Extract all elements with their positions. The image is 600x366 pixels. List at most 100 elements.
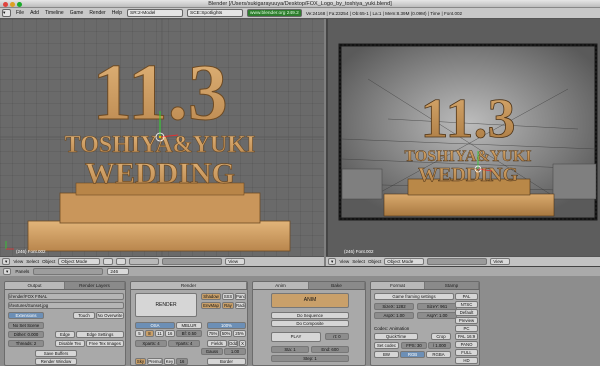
envmap-toggle[interactable]: EnvMap: [201, 302, 221, 309]
size-y-field[interactable]: SizeY: 961: [417, 303, 457, 310]
aspect-y-field[interactable]: AspY: 1.00: [417, 312, 457, 319]
minimize-icon[interactable]: [10, 1, 15, 7]
output-path-field[interactable]: //render/FOX FINAL: [8, 293, 124, 300]
screen-selector[interactable]: SR:2-Model: [127, 9, 184, 17]
x-toggle[interactable]: X: [239, 340, 246, 347]
no-overwrite-toggle[interactable]: No Overwrite: [96, 312, 124, 319]
zoom-icon[interactable]: [17, 1, 22, 7]
menu-select-right[interactable]: Select: [352, 259, 365, 264]
free-tex-images-toggle[interactable]: Free Tex Images: [86, 340, 124, 347]
rgb-toggle[interactable]: RGB: [400, 351, 425, 358]
crop-toggle[interactable]: Crop: [431, 333, 451, 340]
resolution-percent-25[interactable]: 25%: [233, 330, 246, 337]
menu-help[interactable]: Help: [111, 10, 123, 16]
radio-toggle[interactable]: Radio: [235, 302, 246, 309]
rgba-toggle[interactable]: RGBA: [426, 351, 451, 358]
preset-pano[interactable]: PANO: [455, 341, 478, 348]
do-sequence-toggle[interactable]: Do Sequence: [271, 312, 349, 319]
preset-pal-16-9[interactable]: PAL 16:9: [455, 333, 478, 340]
menu-object-right[interactable]: Object: [368, 259, 381, 264]
bw-toggle[interactable]: BW: [374, 351, 399, 358]
layer-buttons[interactable]: [162, 258, 223, 265]
preset-full[interactable]: FULL: [455, 349, 478, 356]
size-x-field[interactable]: SizeX: 1282: [374, 303, 414, 310]
blur-factor-field[interactable]: Bf: 0.50: [176, 330, 202, 337]
buttons-editor-menu[interactable]: ▾: [3, 268, 12, 275]
tab-render[interactable]: Render: [131, 282, 247, 289]
preset-pal[interactable]: PAL: [455, 293, 478, 300]
preset-preview[interactable]: Preview: [455, 317, 478, 324]
yparts-field[interactable]: Yparts: 4: [168, 340, 200, 347]
resolution-percent-50[interactable]: 50%: [220, 330, 232, 337]
tab-format[interactable]: Format: [371, 282, 425, 289]
sky-toggle[interactable]: Sky: [135, 358, 146, 365]
border-toggle[interactable]: Border: [207, 358, 246, 365]
file-format-selector[interactable]: QuickTime: [374, 333, 418, 340]
preset-hd[interactable]: HD: [455, 357, 478, 364]
key-toggle[interactable]: Key: [164, 358, 175, 365]
osa-16[interactable]: 16: [165, 330, 175, 337]
bit-depth-selector[interactable]: 16: [176, 358, 188, 365]
filter-size-field[interactable]: 1.00: [224, 348, 246, 355]
edge-toggle[interactable]: Edge: [55, 331, 75, 338]
scene-selector[interactable]: SCE:Spotlights: [187, 9, 244, 17]
menu-render[interactable]: Render: [88, 10, 106, 16]
draw-type-selector[interactable]: [103, 258, 114, 265]
view-menu-right[interactable]: View: [490, 258, 511, 265]
osa-11[interactable]: 11: [155, 330, 164, 337]
menu-select[interactable]: Select: [26, 259, 39, 264]
editor-type-menu[interactable]: ▾: [2, 258, 11, 265]
3d-viewport-camera[interactable]: 11.3 TOSHIYA&YUKI WEDDING (246) Font.002: [326, 19, 600, 256]
start-frame-field[interactable]: Sta: 1: [271, 346, 309, 353]
rt-field[interactable]: rt: 0: [325, 333, 349, 340]
mode-selector-right[interactable]: Object Mode: [384, 258, 425, 265]
resolution-percent-100[interactable]: 100%: [207, 322, 246, 329]
fps-base-field[interactable]: / 1.000: [428, 342, 451, 349]
fields-toggle[interactable]: Fields: [207, 340, 227, 347]
edge-settings-button[interactable]: Edge Settings: [76, 331, 124, 338]
menu-view[interactable]: View: [13, 259, 23, 264]
context-buttons[interactable]: [33, 268, 104, 275]
ray-toggle[interactable]: Ray: [222, 302, 234, 309]
menu-view-right[interactable]: View: [339, 259, 349, 264]
view-menu[interactable]: View: [225, 258, 246, 265]
menu-file[interactable]: File: [15, 10, 25, 16]
premul-toggle[interactable]: Premul: [147, 358, 163, 365]
resolution-percent-75[interactable]: 75%: [207, 330, 219, 337]
odd-toggle[interactable]: Odd: [228, 340, 238, 347]
aspect-x-field[interactable]: AspX: 1.00: [374, 312, 414, 319]
anim-button[interactable]: ANIM: [271, 293, 349, 308]
osa-toggle[interactable]: OSA: [135, 322, 175, 329]
menu-timeline[interactable]: Timeline: [44, 10, 65, 16]
manipulator-toggle[interactable]: [129, 258, 160, 265]
play-button[interactable]: PLAY: [271, 332, 321, 342]
editor-type-menu-right[interactable]: ▾: [328, 258, 337, 265]
frame-field[interactable]: 246: [107, 268, 130, 275]
tab-output[interactable]: Output: [5, 282, 65, 289]
extensions-toggle[interactable]: Extensions: [8, 312, 44, 319]
pivot-selector[interactable]: [116, 258, 127, 265]
preset-selector[interactable]: Game framing settings: [374, 293, 454, 300]
dither-field[interactable]: Dither: 0.000: [8, 331, 44, 338]
mblur-toggle[interactable]: MBLUR: [176, 322, 202, 329]
tab-render-layers[interactable]: Render Layers: [65, 282, 125, 289]
end-frame-field[interactable]: End: 600: [311, 346, 349, 353]
save-buffers-toggle[interactable]: Save Buffers: [35, 350, 77, 357]
menu-add[interactable]: Add: [29, 10, 40, 16]
do-composite-toggle[interactable]: Do Composite: [271, 320, 349, 327]
layer-buttons-right[interactable]: [427, 258, 488, 265]
tab-stamp[interactable]: Stamp: [425, 282, 479, 289]
backbuf-path-field[interactable]: //textures/Sunset.jpg: [8, 302, 124, 309]
preset-ntsc[interactable]: NTSC: [455, 301, 478, 308]
window-type-menu[interactable]: ▾: [2, 9, 11, 17]
set-codec-button[interactable]: Set codec: [374, 342, 399, 349]
menu-game[interactable]: Game: [69, 10, 85, 16]
preset-default[interactable]: Default: [455, 309, 478, 316]
filter-type-selector[interactable]: Gauss: [201, 348, 223, 355]
render-window-selector[interactable]: Render Window: [35, 358, 77, 365]
mode-selector[interactable]: Object Mode: [58, 258, 101, 265]
osa-5[interactable]: 5: [135, 330, 144, 337]
threads-field[interactable]: Threads: 2: [8, 340, 44, 347]
menu-object[interactable]: Object: [42, 259, 55, 264]
no-set-scene-toggle[interactable]: No Set Scene: [8, 322, 44, 329]
